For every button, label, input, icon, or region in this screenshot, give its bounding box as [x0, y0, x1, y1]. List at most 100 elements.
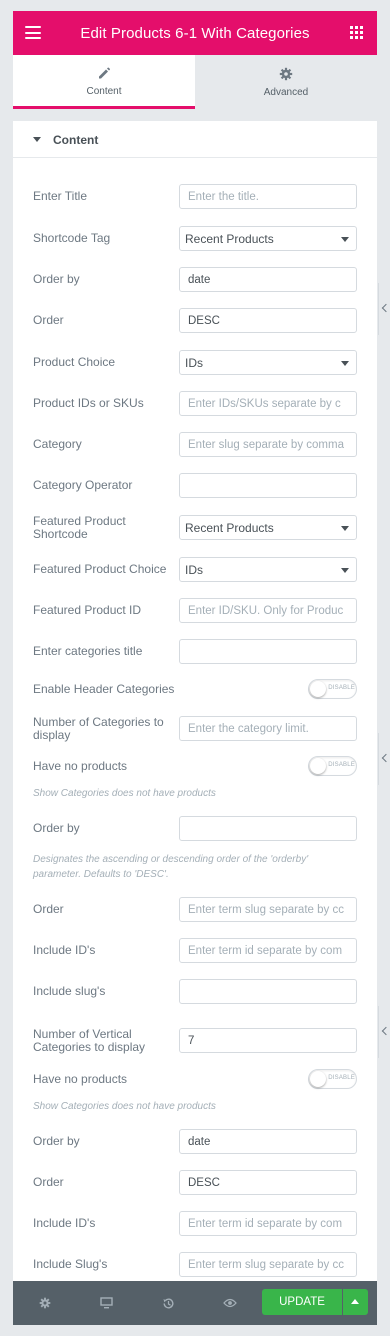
update-button[interactable]: UPDATE — [262, 1289, 342, 1315]
toggle-knob — [310, 758, 326, 774]
field-label: Featured Product Shortcode — [33, 514, 126, 541]
gear-icon — [279, 66, 293, 82]
category-operator-input[interactable] — [179, 473, 357, 498]
field-category: Category Enter slug separate by comma — [33, 432, 357, 457]
field-label: Number of Vertical Categories to display — [33, 1027, 146, 1054]
tab-advanced-label: Advanced — [263, 87, 309, 98]
order-by-input[interactable]: date — [179, 267, 357, 292]
section-header[interactable]: Content — [13, 121, 377, 158]
include-ids-input[interactable]: Enter term id separate by com — [179, 938, 357, 963]
tab-content[interactable]: Content — [13, 55, 195, 109]
hamburger-icon[interactable] — [25, 26, 41, 39]
field-include-slugs-1: Include slug's — [33, 979, 357, 1004]
shortcode-tag-select[interactable]: Recent Products — [179, 226, 357, 251]
collapse-panel-toggle[interactable] — [378, 283, 390, 335]
field-label: Order — [33, 902, 64, 916]
field-label: Include ID's — [33, 1216, 96, 1230]
enable-header-categories-toggle[interactable]: DISABLE — [308, 679, 357, 699]
field-enter-title: Enter Title Enter the title. — [33, 184, 357, 209]
field-include-ids-1: Include ID's Enter term id separate by c… — [33, 938, 357, 963]
chevron-down-icon — [341, 526, 349, 531]
field-label: Order — [33, 313, 64, 327]
num-vertical-input[interactable]: 7 — [179, 1028, 357, 1053]
order-term-input[interactable]: Enter term slug separate by cc — [179, 897, 357, 922]
collapse-panel-toggle[interactable] — [378, 1006, 390, 1058]
field-label: Enter Title — [33, 189, 88, 203]
include-slugs-input[interactable]: Enter term slug separate by cc — [179, 1252, 357, 1277]
caret-down-icon — [33, 137, 41, 142]
tab-advanced[interactable]: Advanced — [195, 55, 377, 109]
chevron-left-icon — [381, 303, 390, 313]
select-value: Recent Products — [185, 231, 274, 246]
order-by-input[interactable] — [179, 816, 357, 841]
order-input[interactable]: DESC — [179, 1170, 357, 1195]
field-categories-title: Enter categories title — [33, 639, 357, 664]
chevron-up-icon — [351, 1299, 359, 1304]
product-choice-select[interactable]: IDs — [179, 350, 357, 375]
featured-id-input[interactable]: Enter ID/SKU. Only for Produc — [179, 598, 357, 623]
include-slugs-input[interactable] — [179, 979, 357, 1004]
field-description: Designates the ascending or descending o… — [33, 854, 309, 880]
panel-tabs: Content Advanced — [13, 55, 377, 109]
select-value: IDs — [185, 562, 203, 577]
field-order-1: Order DESC — [33, 308, 357, 333]
field-label: Include ID's — [33, 943, 96, 957]
field-featured-id: Featured Product ID Enter ID/SKU. Only f… — [33, 598, 357, 623]
panel-title: Edit Products 6-1 With Categories — [80, 24, 310, 42]
section-title: Content — [53, 133, 99, 147]
field-label: Include Slug's — [33, 1257, 108, 1271]
field-label: Order — [33, 1175, 64, 1189]
field-order-by-1: Order by date — [33, 267, 357, 292]
eye-icon[interactable] — [222, 1295, 238, 1311]
desktop-icon[interactable] — [98, 1295, 114, 1311]
history-icon[interactable] — [160, 1295, 176, 1311]
toggle-state: DISABLE — [328, 685, 355, 691]
featured-choice-select[interactable]: IDs — [179, 557, 357, 582]
field-label: Have no products — [33, 759, 128, 773]
field-have-no-products-1: Have no products DISABLE — [33, 755, 357, 777]
gear-icon[interactable] — [37, 1295, 53, 1311]
toggle-state: DISABLE — [328, 1075, 355, 1081]
field-description: Show Categories does not have products — [33, 788, 216, 799]
field-label: Category — [33, 437, 82, 451]
field-category-operator: Category Operator — [33, 473, 357, 498]
field-label: Enable Header Categories — [33, 682, 175, 696]
toggle-state: DISABLE — [328, 762, 355, 768]
tab-content-label: Content — [86, 85, 122, 97]
field-enable-header-categories: Enable Header Categories DISABLE — [33, 678, 357, 700]
select-value: IDs — [185, 355, 203, 370]
field-order-by-3: Order by date — [33, 1129, 357, 1154]
order-input[interactable]: DESC — [179, 308, 357, 333]
order-by-input[interactable]: date — [179, 1129, 357, 1154]
field-order-3: Order DESC — [33, 1170, 357, 1195]
include-ids-input[interactable]: Enter term id separate by com — [179, 1211, 357, 1236]
field-label: Category Operator — [33, 478, 133, 492]
num-categories-input[interactable]: Enter the category limit. — [179, 716, 357, 741]
collapse-panel-toggle[interactable] — [378, 733, 390, 785]
product-ids-input[interactable]: Enter IDs/SKUs separate by c — [179, 391, 357, 416]
field-label: Featured Product ID — [33, 603, 142, 617]
field-product-ids: Product IDs or SKUs Enter IDs/SKUs separ… — [33, 391, 357, 416]
update-options-button[interactable] — [343, 1289, 368, 1315]
categories-title-input[interactable] — [179, 639, 357, 664]
category-input[interactable]: Enter slug separate by comma — [179, 432, 357, 457]
toggle-knob — [310, 681, 326, 697]
editor-panel: Edit Products 6-1 With Categories Conten… — [13, 11, 377, 1325]
have-no-products-toggle[interactable]: DISABLE — [308, 756, 357, 776]
field-order-by-2: Order by — [33, 816, 357, 841]
chevron-left-icon — [381, 1026, 390, 1036]
chevron-down-icon — [341, 237, 349, 242]
grid-icon[interactable] — [350, 26, 363, 39]
field-label: Enter categories title — [33, 644, 143, 658]
enter-title-input[interactable]: Enter the title. — [179, 184, 357, 209]
select-value: Recent Products — [185, 520, 274, 535]
field-product-choice: Product Choice IDs — [33, 350, 357, 375]
have-no-products-toggle[interactable]: DISABLE — [308, 1069, 357, 1089]
panel-footer: UPDATE — [13, 1281, 377, 1325]
field-num-vertical: Number of Vertical Categories to display… — [33, 1027, 357, 1055]
field-shortcode-tag: Shortcode Tag Recent Products — [33, 226, 357, 251]
field-label: Order by — [33, 821, 80, 835]
featured-shortcode-select[interactable]: Recent Products — [179, 515, 357, 540]
field-label: Have no products — [33, 1072, 128, 1086]
field-label: Include slug's — [33, 984, 106, 998]
